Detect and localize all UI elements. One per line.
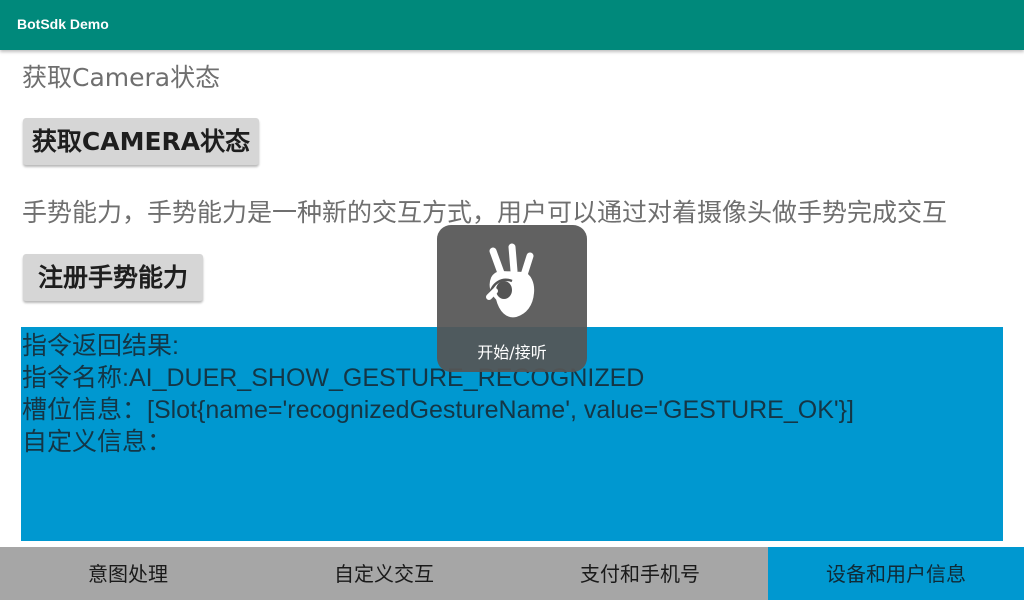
ok-hand-gesture-icon <box>486 243 535 318</box>
app-title: BotSdk Demo <box>17 16 109 32</box>
tab-device-user-info[interactable]: 设备和用户信息 <box>768 547 1024 600</box>
result-custom-info: 自定义信息： <box>22 428 173 456</box>
app-bar: BotSdk Demo <box>0 0 1024 50</box>
tab-custom-interaction[interactable]: 自定义交互 <box>256 547 512 600</box>
result-slot-info: 槽位信息：[Slot{name='recognizedGestureName',… <box>22 396 854 424</box>
gesture-description: 手势能力，手势能力是一种新的交互方式，用户可以通过对着摄像头做手势完成交互 <box>22 198 948 227</box>
tab-intent-handling[interactable]: 意图处理 <box>0 547 256 600</box>
tab-payment-phone[interactable]: 支付和手机号 <box>512 547 768 600</box>
register-gesture-button[interactable]: 注册手势能力 <box>23 254 203 301</box>
get-camera-status-button[interactable]: 获取CAMERA状态 <box>23 118 259 165</box>
bottom-navigation: 意图处理 自定义交互 支付和手机号 设备和用户信息 <box>0 547 1024 600</box>
camera-status-label: 获取Camera状态 <box>22 63 221 92</box>
toast-text: 开始/接听 <box>477 343 547 362</box>
gesture-toast: 开始/接听 <box>437 225 587 372</box>
